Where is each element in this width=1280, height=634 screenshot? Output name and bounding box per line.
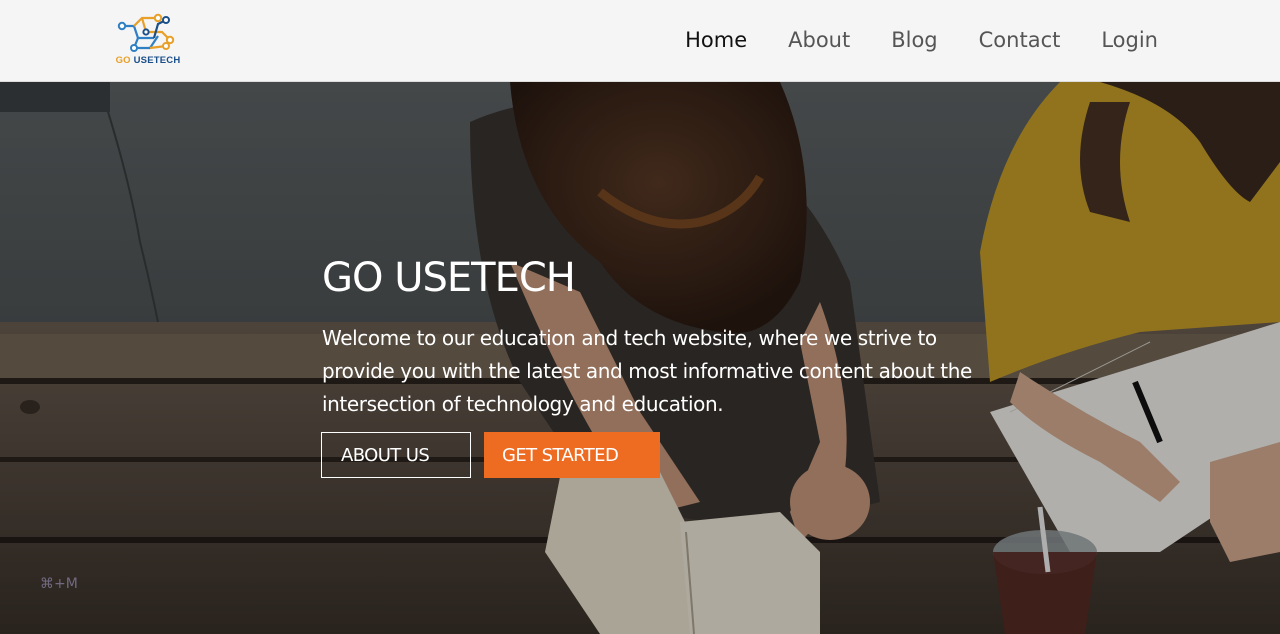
site-header: GO USETECH Home About Blog Contact Login — [0, 0, 1280, 82]
nav-contact-link[interactable]: Contact — [979, 26, 1061, 54]
about-us-button[interactable]: ABOUT US — [321, 432, 471, 478]
get-started-button[interactable]: GET STARTED — [484, 432, 660, 478]
hero-section: GO USETECH Welcome to our education and … — [0, 82, 1280, 634]
hero-buttons: ABOUT US GET STARTED — [321, 432, 660, 478]
hero-description: Welcome to our education and tech websit… — [322, 326, 972, 416]
nav-about-link[interactable]: About — [788, 26, 850, 54]
nav-blog-link[interactable]: Blog — [891, 26, 937, 54]
hero-content: GO USETECH Welcome to our education and … — [322, 254, 1002, 421]
nav-login-link[interactable]: Login — [1101, 26, 1158, 54]
logo-text: GO USETECH — [115, 55, 181, 66]
hero-title: GO USETECH — [322, 255, 576, 301]
nav-home-link[interactable]: Home — [685, 26, 747, 54]
circuit-board-icon — [117, 13, 175, 52]
watermark-text: ⌘+M — [40, 576, 78, 592]
site-logo[interactable]: GO USETECH — [110, 12, 184, 70]
main-nav: Home About Blog Contact Login — [644, 26, 1158, 54]
